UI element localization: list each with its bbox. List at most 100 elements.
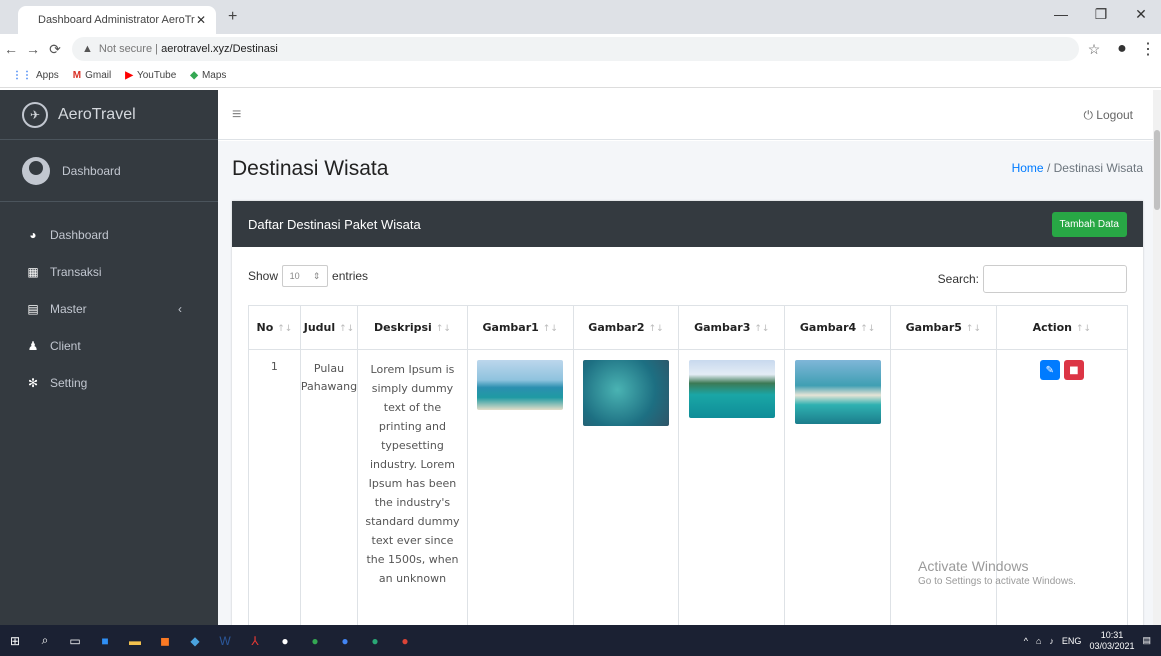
table-search: Search: (938, 265, 1127, 293)
windows-start-icon[interactable]: ⊞ (0, 625, 30, 656)
address-bar[interactable]: ▲ Not secure | aerotravel.xyz/Destinasi (72, 37, 1079, 61)
cell-gambar4 (784, 349, 891, 630)
col-header-judul[interactable]: Judul ↑↓ (299, 305, 359, 350)
chrome-profile-icon[interactable]: ● (330, 625, 360, 656)
address-row: ← → ⟳ ▲ Not secure | aerotravel.xyz/Dest… (0, 34, 1161, 64)
cell-gambar2 (572, 349, 680, 630)
vscode-icon[interactable]: ◆ (180, 625, 210, 656)
table-row: 1 Pulau Pahawang Lorem Ipsum is simply d… (248, 349, 1129, 630)
bookmarks-bar: ⋮⋮ Apps M Gmail ▶ YouTube ◆ Maps (0, 64, 1161, 88)
file-explorer-icon[interactable]: ▬ (120, 625, 150, 656)
cell-action: ✎ ■ (995, 349, 1129, 630)
dashboard-icon: ◕ (29, 227, 37, 242)
sidebar-item-client[interactable]: ♟ Client (0, 327, 218, 364)
word-icon[interactable]: W (210, 625, 240, 656)
avatar (22, 156, 50, 185)
sidebar-item-dashboard[interactable]: ◕ Dashboard (0, 216, 218, 253)
page-title: Destinasi Wisata (232, 157, 389, 180)
new-tab-button[interactable]: + (228, 8, 237, 26)
cell-gambar1 (466, 349, 574, 630)
delete-button[interactable]: ■ (1063, 360, 1084, 380)
pdf-icon[interactable]: ⅄ (240, 625, 270, 656)
col-header-gambar3[interactable]: Gambar3 ↑↓ (678, 305, 786, 350)
bookmark-apps[interactable]: ⋮⋮ Apps (12, 70, 59, 81)
menu-toggle-icon[interactable]: ≡ (232, 106, 241, 124)
url-text: aerotravel.xyz/Destinasi (161, 43, 278, 55)
task-view-icon[interactable]: ▭ (60, 625, 90, 656)
close-window-button[interactable]: ✕ (1121, 0, 1161, 30)
col-header-no[interactable]: No ↑↓ (248, 305, 301, 350)
browser-tab-bar: Dashboard Administrator AeroTr ✕ + — ❐ ✕ (0, 0, 1161, 34)
col-header-gambar5[interactable]: Gambar5 ↑↓ (889, 305, 997, 350)
windows-taskbar: ⊞ ⌕ ▭ ■ ▬ ◼ ◆ W ⅄ ● ● ● ● ● ^ ⌂ ♪ ENG 10… (0, 625, 1161, 656)
tray-up-icon[interactable]: ^ (1024, 636, 1028, 646)
brand-name: AeroTravel (58, 105, 136, 123)
forward-icon[interactable]: → (22, 41, 44, 57)
bookmark-maps[interactable]: ◆ Maps (190, 70, 226, 81)
bookmark-youtube[interactable]: ▶ YouTube (125, 70, 176, 81)
col-header-gambar1[interactable]: Gambar1 ↑↓ (466, 305, 574, 350)
tab-title: Dashboard Administrator AeroTr (38, 14, 195, 26)
island-image (794, 360, 881, 424)
add-data-button[interactable]: Tambah Data (1051, 212, 1127, 237)
sort-icon: ↑↓ (965, 324, 982, 334)
sidebar-item-master[interactable]: ▤ Master ‹ (0, 290, 218, 327)
gmail-icon: M (72, 70, 82, 81)
bookmark-star-icon[interactable]: ☆ (1079, 41, 1109, 58)
sort-icon: ↑↓ (339, 324, 355, 334)
maps-icon: ◆ (190, 70, 198, 81)
sort-icon: ↑↓ (1076, 324, 1092, 334)
logout-button[interactable]: ⏻ Logout (1083, 108, 1133, 123)
sort-icon: ↑↓ (435, 324, 451, 334)
clock[interactable]: 10:31 03/03/2021 (1089, 630, 1134, 652)
content-wrapper: Destinasi Wisata Home / Destinasi Wisata… (218, 141, 1153, 631)
sidebar-item-transaksi[interactable]: ▦ Transaksi (0, 253, 218, 290)
reload-icon[interactable]: ⟳ (44, 41, 66, 58)
not-secure-label: Not secure (98, 43, 153, 55)
beach-image (477, 360, 564, 410)
notification-icon[interactable]: ▤ (1142, 635, 1151, 646)
breadcrumb: Home / Destinasi Wisata (1011, 161, 1143, 175)
language-indicator[interactable]: ENG (1062, 636, 1082, 646)
minimize-button[interactable]: — (1041, 0, 1081, 30)
scrollbar-thumb[interactable] (1154, 130, 1160, 210)
profile-icon[interactable]: ● (1109, 40, 1135, 58)
sort-icon: ↑↓ (860, 324, 876, 334)
col-header-deskripsi[interactable]: Deskripsi ↑↓ (357, 305, 468, 350)
apps-grid-icon: ⋮⋮ (12, 70, 32, 81)
cell-gambar3 (678, 349, 786, 630)
browser-menu-icon[interactable]: ⋮ (1135, 39, 1161, 59)
xampp-icon[interactable]: ◼ (150, 625, 180, 656)
user-panel[interactable]: Dashboard (0, 140, 218, 202)
chrome-app-icon[interactable]: ● (360, 625, 390, 656)
chrome-icon[interactable]: ● (300, 625, 330, 656)
back-icon[interactable]: ← (0, 41, 22, 57)
plane-logo-icon: ✈ (22, 101, 48, 128)
book-icon: ▤ (27, 301, 39, 316)
bookmark-gmail[interactable]: M Gmail (73, 70, 111, 81)
volume-icon[interactable]: ♪ (1049, 636, 1054, 646)
chrome-active-icon[interactable]: ● (390, 625, 420, 656)
tab-close-icon[interactable]: ✕ (196, 13, 206, 27)
sidebar-item-setting[interactable]: ✻ Setting (0, 364, 218, 401)
col-header-gambar4[interactable]: Gambar4 ↑↓ (784, 305, 891, 350)
col-header-action[interactable]: Action ↑↓ (995, 305, 1129, 350)
network-icon[interactable]: ⌂ (1036, 636, 1041, 646)
media-app-icon[interactable]: ■ (90, 625, 120, 656)
entries-select[interactable]: 10 ⇕ (282, 265, 329, 287)
cell-gambar5 (889, 349, 997, 630)
search-icon[interactable]: ⌕ (30, 625, 60, 656)
breadcrumb-home[interactable]: Home (1012, 161, 1044, 175)
sort-icon: ↑↓ (277, 324, 293, 334)
action-buttons: ✎ ■ (997, 360, 1127, 380)
app-circle-icon[interactable]: ● (270, 625, 300, 656)
page-scrollbar[interactable] (1153, 90, 1161, 625)
lagoon-image (688, 360, 775, 418)
col-header-gambar2[interactable]: Gambar2 ↑↓ (572, 305, 680, 350)
edit-button[interactable]: ✎ (1039, 360, 1060, 380)
restore-button[interactable]: ❐ (1081, 0, 1121, 30)
brand-link[interactable]: ✈ AeroTravel (0, 90, 218, 140)
browser-tab[interactable]: Dashboard Administrator AeroTr ✕ (18, 6, 216, 34)
card-header: Daftar Destinasi Paket Wisata Tambah Dat… (232, 201, 1143, 247)
search-input[interactable] (983, 265, 1127, 293)
